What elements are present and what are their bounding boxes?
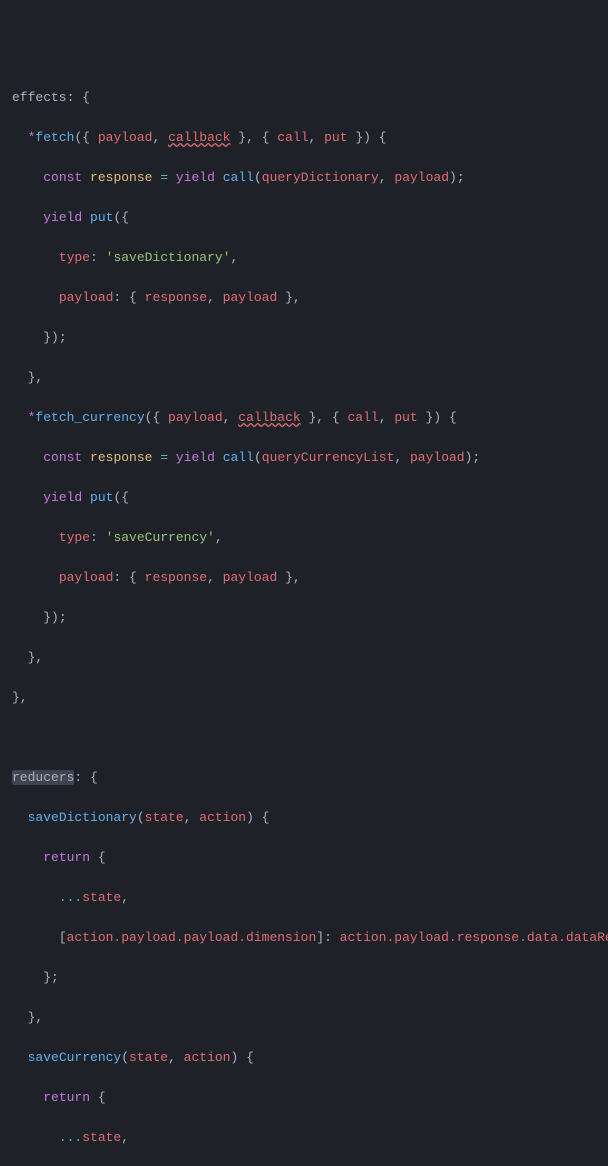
line-fetch-put: yield put({ — [12, 208, 596, 228]
reducers-label: reducers — [12, 770, 74, 785]
line-fetch-sig: *fetch({ payload, callback }, { call, pu… — [12, 128, 596, 148]
queryDictionary-ref: queryDictionary — [262, 170, 379, 185]
code-editor: { "code": { "effects_key": "effects", "f… — [0, 0, 608, 1166]
line-fetch-call: const response = yield call(queryDiction… — [12, 168, 596, 188]
line-fetchcur-sig: *fetch_currency({ payload, callback }, {… — [12, 408, 596, 428]
line-fetch-payload: payload: { response, payload }, — [12, 288, 596, 308]
line-savecur-sig: saveCurrency(state, action) { — [12, 1048, 596, 1068]
line-effects-open: effects: { — [12, 88, 596, 108]
line-savedict-assign: [action.payload.payload.dimension]: acti… — [12, 928, 596, 948]
saveDictionary-fn: saveDictionary — [28, 810, 137, 825]
line-savedict-sig: saveDictionary(state, action) { — [12, 808, 596, 828]
line-fetch-type: type: 'saveDictionary', — [12, 248, 596, 268]
fetch-currency-fn: fetch_currency — [35, 410, 144, 425]
line-reducers-open: reducers: { — [12, 768, 596, 788]
saveCurrency-fn: saveCurrency — [28, 1050, 122, 1065]
fetch-fn: fetch — [35, 130, 74, 145]
queryCurrencyList-ref: queryCurrencyList — [262, 450, 395, 465]
effects-label: effects — [12, 90, 67, 105]
callback-param: callback — [168, 130, 230, 145]
